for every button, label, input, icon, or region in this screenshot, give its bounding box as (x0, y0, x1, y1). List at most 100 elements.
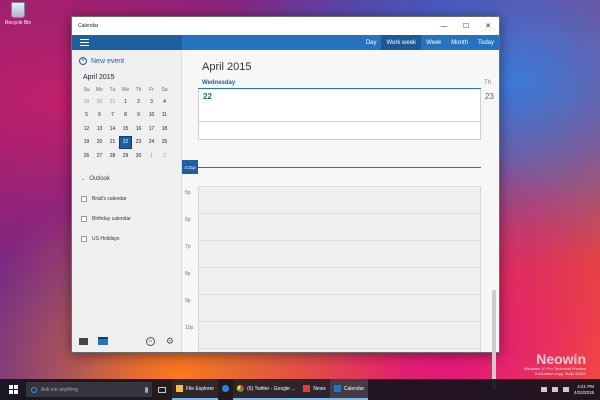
title-bar[interactable]: Calendar — ☐ ✕ (72, 17, 499, 35)
mini-calendar-day[interactable]: 26 (80, 149, 93, 163)
day-header-thursday[interactable]: Th (484, 80, 491, 86)
mini-calendar-day[interactable]: 5 (80, 109, 93, 123)
mini-calendar-day[interactable]: 30 (132, 149, 145, 163)
network-icon[interactable] (551, 387, 558, 392)
mini-calendar-day[interactable]: 7 (106, 109, 119, 123)
mini-calendar-title[interactable]: April 2015 (72, 65, 181, 81)
start-button[interactable] (0, 385, 26, 394)
mini-calendar-day[interactable]: 1 (145, 149, 158, 163)
clock-time: 4:21 PM (577, 383, 594, 389)
task-view-button[interactable] (152, 386, 172, 393)
calendar-list-item[interactable]: US Holidays (72, 229, 181, 249)
mini-calendar-day[interactable]: 24 (145, 136, 158, 150)
gear-icon[interactable]: ⚙ (166, 336, 174, 346)
chevron-down-icon: ⌄ (81, 175, 86, 182)
hamburger-menu-icon[interactable] (80, 39, 89, 46)
mini-calendar-day[interactable]: 29 (119, 149, 132, 163)
mini-calendar-day[interactable]: 30 (93, 95, 106, 109)
cortana-search-box[interactable]: Ask me anything (26, 382, 152, 397)
mini-calendar-day[interactable]: 12 (80, 122, 93, 136)
hour-slots[interactable]: 5p 6p 7p 8p 9p 10p 11p (185, 186, 481, 358)
mini-calendar-day[interactable]: 14 (106, 122, 119, 136)
taskbar-app-label: File Explorer (186, 385, 215, 392)
ie-icon (222, 385, 230, 392)
mini-calendar-day[interactable]: 6 (93, 109, 106, 123)
hour-row[interactable] (199, 321, 480, 322)
calendar-list-item[interactable]: Brad's calendar (72, 189, 181, 209)
mini-calendar-day[interactable]: 28 (106, 149, 119, 163)
vertical-scrollbar[interactable] (492, 290, 496, 390)
taskbar-app[interactable] (218, 379, 233, 400)
mini-calendar-day-today[interactable]: 22 (119, 135, 132, 149)
tray-chevron-icon[interactable] (540, 387, 547, 392)
watermark-brand: Neowin (536, 351, 586, 367)
news-icon (303, 385, 311, 392)
hour-row[interactable] (199, 348, 480, 349)
recycle-bin[interactable]: Recycle Bin (4, 2, 32, 26)
mini-calendar-day[interactable]: 13 (93, 122, 106, 136)
weekday-header: Mo (96, 87, 103, 93)
mini-calendar-day[interactable]: 1 (119, 95, 132, 109)
maximize-button[interactable]: ☐ (455, 17, 477, 35)
view-tab-month[interactable]: Month (446, 35, 473, 50)
mini-calendar-day[interactable]: 31 (106, 95, 119, 109)
mini-calendar-day[interactable]: 2 (158, 149, 171, 163)
taskbar: Ask me anything File Explorer (6) Twitter… (0, 379, 600, 400)
mini-calendar-day[interactable]: 11 (158, 109, 171, 123)
taskbar-app[interactable]: Calendar (329, 379, 369, 400)
clock[interactable]: 4:21 PM 4/22/2015 (574, 384, 594, 396)
taskbar-app[interactable]: News (299, 379, 330, 400)
calendar-checkbox[interactable] (81, 215, 87, 222)
account-header-outlook[interactable]: ⌄ Outlook (72, 163, 181, 182)
mini-calendar-day[interactable]: 3 (145, 95, 158, 109)
hour-row[interactable] (199, 240, 480, 241)
view-tab-day[interactable]: Day (361, 35, 382, 50)
mini-calendar-day[interactable]: 2 (132, 95, 145, 109)
mail-icon[interactable] (79, 337, 88, 345)
cortana-icon (31, 386, 37, 393)
weekday-header: Th (135, 87, 142, 93)
calendar-list-item[interactable]: Birthday calendar (72, 209, 181, 229)
month-title: April 2015 (202, 61, 252, 73)
account-label: Outlook (89, 175, 110, 182)
hour-row[interactable] (199, 186, 480, 187)
hour-row[interactable] (199, 294, 480, 295)
taskbar-app[interactable]: (6) Twitter - Google ... (233, 379, 300, 400)
calendar-icon[interactable] (98, 337, 108, 345)
calendar-checkbox[interactable] (81, 195, 87, 202)
mini-calendar-day[interactable]: 8 (119, 109, 132, 123)
close-button[interactable]: ✕ (477, 17, 499, 35)
taskbar-app[interactable]: File Explorer (172, 379, 219, 400)
calendar-checkbox[interactable] (81, 235, 87, 242)
new-event-button[interactable]: + New event (72, 50, 181, 65)
feedback-smiley-icon[interactable]: ☺ (145, 336, 155, 346)
mini-calendar-day[interactable]: 29 (80, 95, 93, 109)
mini-calendar-day[interactable]: 21 (106, 136, 119, 150)
hour-row[interactable] (199, 213, 480, 214)
view-tab-work-week[interactable]: Work week (381, 35, 422, 50)
mini-calendar-day[interactable]: 27 (93, 149, 106, 163)
volume-icon[interactable] (562, 387, 569, 392)
minimize-button[interactable]: — (433, 17, 455, 35)
folder-icon (176, 385, 183, 392)
mini-calendar-day[interactable]: 20 (93, 136, 106, 150)
mini-calendar-day[interactable]: 15 (119, 122, 132, 136)
view-tab-today[interactable]: Today (473, 35, 499, 50)
taskbar-apps: File Explorer (6) Twitter - Google ... New… (172, 379, 369, 400)
mini-calendar-day[interactable]: 10 (145, 109, 158, 123)
taskbar-app-label: Calendar (343, 385, 365, 392)
day-header-wednesday[interactable]: Wednesday (198, 80, 481, 89)
view-tab-week[interactable]: Week (421, 35, 446, 50)
mini-calendar-day[interactable]: 23 (132, 136, 145, 150)
taskbar-app-label: (6) Twitter - Google ... (247, 385, 296, 392)
mini-calendar-day[interactable]: 19 (80, 136, 93, 150)
mini-calendar-day[interactable]: 17 (145, 122, 158, 136)
mini-calendar-day[interactable]: 16 (132, 122, 145, 136)
mini-calendar-day[interactable]: 25 (158, 136, 171, 150)
mini-calendar-day[interactable]: 18 (158, 122, 171, 136)
mini-calendar-day[interactable]: 9 (132, 109, 145, 123)
hour-row[interactable] (199, 267, 480, 268)
mini-calendar-day[interactable]: 4 (158, 95, 171, 109)
all-day-area[interactable]: 22 (198, 90, 481, 140)
microphone-icon[interactable] (145, 386, 148, 393)
